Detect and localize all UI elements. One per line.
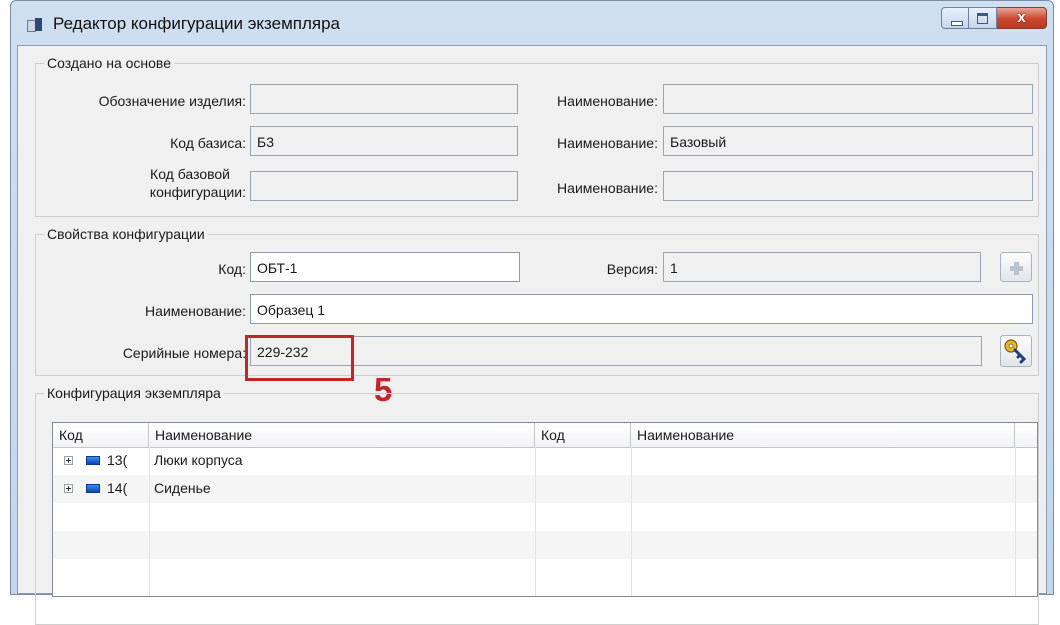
name-field-2[interactable]: Базовый <box>663 126 1033 156</box>
grid-divider <box>149 447 150 596</box>
version-label: Версия: <box>606 261 658 277</box>
column-header-name-2[interactable]: Наименование <box>631 423 1015 447</box>
serial-numbers-label: Серийные номера: <box>122 345 246 361</box>
minimize-button[interactable] <box>941 7 969 29</box>
column-header-code-2[interactable]: Код <box>535 423 631 447</box>
version-field[interactable]: 1 <box>663 252 981 282</box>
code-input[interactable]: ОБТ-1 <box>250 252 520 282</box>
table-row[interactable]: 14( Сиденье <box>53 475 1037 503</box>
add-version-button[interactable] <box>1000 252 1032 282</box>
grid-divider <box>535 447 536 596</box>
name-label: Наименование: <box>145 303 246 319</box>
empty-row <box>53 503 1037 531</box>
expand-icon[interactable] <box>64 456 73 465</box>
window-client-area: Создано на основе Обозначение изделия: Н… <box>17 45 1047 625</box>
basis-code-label: Код базиса: <box>170 135 246 151</box>
maximize-button[interactable] <box>969 7 997 29</box>
row-code: 13( <box>107 452 128 468</box>
instance-config-grid: Код Наименование Код Наименование 13( Лю… <box>52 422 1038 597</box>
app-icon <box>27 18 43 32</box>
column-header-name-1[interactable]: Наименование <box>149 423 535 447</box>
based-on-legend: Создано на основе <box>47 55 171 71</box>
minimize-icon <box>951 21 963 26</box>
column-header-code-1[interactable]: Код <box>53 423 149 447</box>
product-designation-field[interactable] <box>250 84 518 114</box>
basis-code-field[interactable]: Б3 <box>250 126 518 156</box>
title-bar[interactable]: Редактор конфигурации экземпляра x <box>11 1 1053 45</box>
empty-row <box>53 559 1037 587</box>
base-config-code-label-line1: Код базовой <box>150 166 230 182</box>
product-designation-label: Обозначение изделия: <box>98 93 246 109</box>
window-title: Редактор конфигурации экземпляра <box>53 14 341 33</box>
instance-config-editor-window: Редактор конфигурации экземпляра x Созда… <box>10 0 1054 625</box>
folder-icon <box>86 484 100 493</box>
row-name: Сиденье <box>154 480 211 496</box>
edit-serial-numbers-button[interactable] <box>1000 335 1032 367</box>
grid-divider <box>631 447 632 596</box>
grid-divider <box>1015 447 1016 596</box>
base-config-code-label: Код базовой конфигурации: <box>32 165 246 201</box>
base-config-code-field[interactable] <box>250 171 518 201</box>
table-row[interactable]: 13( Люки корпуса <box>53 447 1037 475</box>
name-field-3[interactable] <box>663 171 1033 201</box>
empty-row <box>53 531 1037 559</box>
plus-icon <box>1010 262 1023 275</box>
name-label-1: Наименование: <box>557 93 658 109</box>
expand-icon[interactable] <box>64 484 73 493</box>
folder-icon <box>86 456 100 465</box>
key-icon <box>1004 339 1027 364</box>
serial-numbers-highlight-box <box>245 335 354 381</box>
config-properties-legend: Свойства конфигурации <box>47 226 205 242</box>
row-name: Люки корпуса <box>154 452 243 468</box>
code-label: Код: <box>218 261 246 277</box>
name-field-1[interactable] <box>663 84 1033 114</box>
caption-buttons: x <box>941 7 1047 31</box>
close-icon: x <box>1017 9 1026 26</box>
name-label-3: Наименование: <box>557 180 658 196</box>
name-label-2: Наименование: <box>557 135 658 151</box>
grid-header: Код Наименование Код Наименование <box>53 423 1037 448</box>
maximize-icon <box>977 13 988 24</box>
serial-numbers-field[interactable]: 229-232 <box>250 336 982 366</box>
close-button[interactable]: x <box>997 7 1047 29</box>
base-config-code-label-line2: конфигурации: <box>149 184 246 200</box>
instance-config-legend: Конфигурация экземпляра <box>47 385 221 401</box>
name-input[interactable]: Образец 1 <box>250 294 1033 324</box>
row-code: 14( <box>107 480 128 496</box>
